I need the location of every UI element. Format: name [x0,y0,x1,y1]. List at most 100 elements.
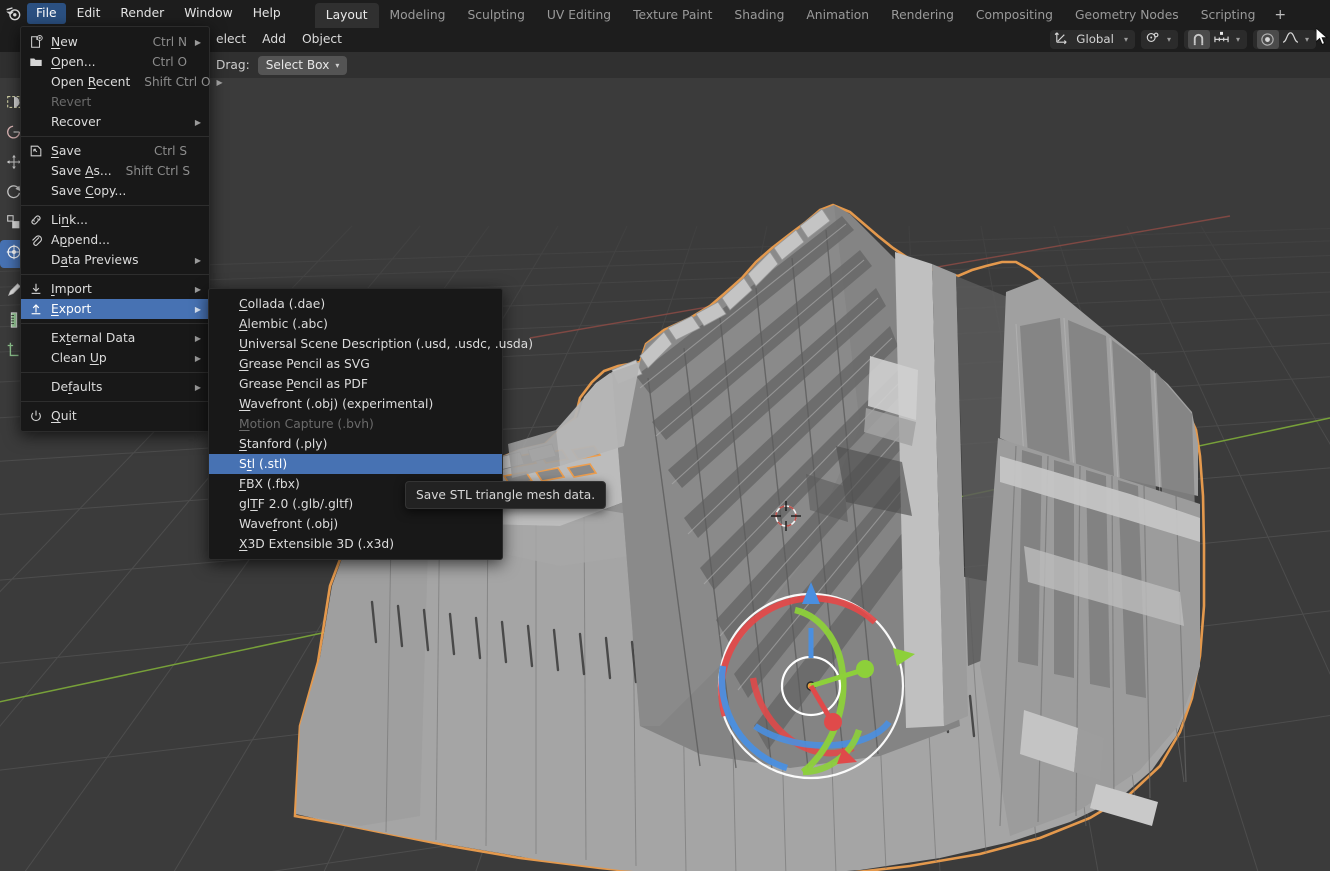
menu-item-quit[interactable]: Quit [21,406,209,426]
export-item-collada[interactable]: Collada (.dae) [209,294,502,314]
pivot-point-dropdown[interactable]: ▾ [1140,29,1178,49]
menu-item-revert: Revert [21,92,209,112]
blender-logo-icon[interactable] [0,0,26,26]
export-submenu-panel[interactable]: Collada (.dae) Alembic (.abc) Universal … [208,288,533,560]
tab-shading[interactable]: Shading [723,3,795,28]
tab-sculpting[interactable]: Sculpting [456,3,535,28]
menu-item-label: Open Recent [51,75,131,89]
viewport-header-right: Global ▾ ▾ ▾ ▾ [1050,29,1330,49]
menu-item-label: Motion Capture (.bvh) [239,417,374,431]
submenu-arrow-icon: ▶ [194,382,201,392]
menu-item-label: Wavefront (.obj) [239,517,339,531]
export-item-usd[interactable]: Universal Scene Description (.usd, .usdc… [209,334,533,354]
proportional-edit-icon[interactable] [1256,29,1279,49]
menu-edit[interactable]: Edit [68,3,110,24]
tab-compositing[interactable]: Compositing [965,3,1064,28]
menu-item-label: Recover [51,115,101,129]
menu-item-shortcut: Ctrl O [152,55,187,69]
menu-separator [21,372,209,373]
orientation-axis-icon [1054,30,1069,49]
export-item-alembic[interactable]: Alembic (.abc) [209,314,502,334]
menu-item-data-previews[interactable]: Data Previews ▶ [21,250,209,270]
export-item-grease-pencil-svg[interactable]: Grease Pencil as SVG [209,354,502,374]
menu-render[interactable]: Render [111,3,173,24]
menu-window[interactable]: Window [175,3,242,24]
submenu-arrow-icon: ▶ [194,353,201,363]
menu-item-label: Save [51,144,82,158]
export-item-x3d[interactable]: X3D Extensible 3D (.x3d) [209,534,502,554]
append-paperclip-icon [21,233,51,247]
pivot-point-icon [1145,30,1161,49]
chevron-down-icon: ▾ [1166,34,1171,44]
viewport-menu-object[interactable]: Object [294,29,350,49]
tab-modeling[interactable]: Modeling [379,3,457,28]
menu-item-defaults[interactable]: Defaults ▶ [21,377,209,397]
export-item-stanford-ply[interactable]: Stanford (.ply) [209,434,502,454]
menu-item-shortcut: Shift Ctrl S [125,164,191,178]
transform-orientation-dropdown[interactable]: Global ▾ [1050,29,1135,49]
drag-mode-dropdown[interactable]: Select Box ▾ [257,55,348,75]
link-chain-icon [21,213,51,227]
submenu-arrow-icon: ▶ [194,255,201,265]
submenu-arrow-icon: ▶ [194,37,201,47]
tab-rendering[interactable]: Rendering [880,3,965,28]
tooltip: Save STL triangle mesh data. [405,481,607,509]
export-item-wavefront-obj[interactable]: Wavefront (.obj) [209,514,502,534]
menu-item-new[interactable]: New Ctrl N ▶ [21,32,209,52]
file-menu-panel[interactable]: New Ctrl N ▶ Open... Ctrl O Open Recent … [20,26,223,432]
tab-geometry-nodes[interactable]: Geometry Nodes [1064,3,1190,28]
drag-label: Drag: [216,58,250,72]
menu-item-label: Clean Up [51,351,107,365]
viewport-menu-add[interactable]: Add [254,29,294,49]
menu-item-save-copy[interactable]: Save Copy... [21,181,209,201]
export-item-wavefront-experimental[interactable]: Wavefront (.obj) (experimental) [209,394,502,414]
submenu-arrow-icon: ▶ [194,117,201,127]
menu-item-recover[interactable]: Recover ▶ [21,112,209,132]
tab-scripting[interactable]: Scripting [1190,3,1267,28]
menu-item-link[interactable]: Link... [21,210,209,230]
menu-item-save-as[interactable]: Save As... Shift Ctrl S [21,161,209,181]
menu-item-append[interactable]: Append... [21,230,209,250]
chevron-down-icon: ▾ [335,60,340,70]
tab-texture-paint[interactable]: Texture Paint [622,3,723,28]
menu-file[interactable]: File [27,2,66,24]
tab-layout[interactable]: Layout [314,3,379,28]
submenu-arrow-icon: ▶ [194,304,201,314]
menu-item-open-recent[interactable]: Open Recent Shift Ctrl O ▶ [21,72,223,92]
menu-item-label: Export [51,302,92,316]
menu-item-label: Grease Pencil as SVG [239,357,370,371]
add-workspace-button[interactable]: + [1266,4,1296,27]
blender-window: elect Add Object Global ▾ ▾ ▾ ▾ Drag: Se… [0,0,1330,871]
export-arrow-up-icon [21,302,51,316]
menu-item-label: Link... [51,213,88,227]
save-icon [21,144,51,158]
viewport-menu-select[interactable]: elect [208,29,254,49]
chevron-down-icon: ▾ [1235,34,1240,44]
menu-separator [21,274,209,275]
menu-item-label: Save As... [51,164,112,178]
menu-item-label: Grease Pencil as PDF [239,377,368,391]
menu-help[interactable]: Help [244,3,290,24]
menu-separator [21,205,209,206]
proportional-edit-controls[interactable]: ▾ [1252,29,1316,49]
top-bar: File Edit Render Window Help Layout Mode… [0,0,1330,28]
menu-item-shortcut: Shift Ctrl O [144,75,211,89]
menu-item-external-data[interactable]: External Data ▶ [21,328,209,348]
menu-item-export[interactable]: Export ▶ [21,299,209,319]
export-item-grease-pencil-pdf[interactable]: Grease Pencil as PDF [209,374,502,394]
menu-item-label: Import [51,282,92,296]
drag-mode-value: Select Box [265,58,330,72]
export-item-stl[interactable]: Stl (.stl) [209,454,502,474]
menu-item-label: Append... [51,233,110,247]
menu-item-shortcut: Ctrl S [153,144,187,158]
menu-item-save[interactable]: Save Ctrl S [21,141,209,161]
menu-item-label: Universal Scene Description (.usd, .usdc… [239,337,534,351]
magnet-icon[interactable] [1187,29,1210,49]
workspace-tabs: Layout Modeling Sculpting UV Editing Tex… [314,0,1296,28]
snap-controls[interactable]: ▾ [1183,29,1247,49]
menu-item-import[interactable]: Import ▶ [21,279,209,299]
tab-uv-editing[interactable]: UV Editing [536,3,622,28]
menu-item-clean-up[interactable]: Clean Up ▶ [21,348,209,368]
tab-animation[interactable]: Animation [795,3,880,28]
menu-item-open[interactable]: Open... Ctrl O [21,52,209,72]
